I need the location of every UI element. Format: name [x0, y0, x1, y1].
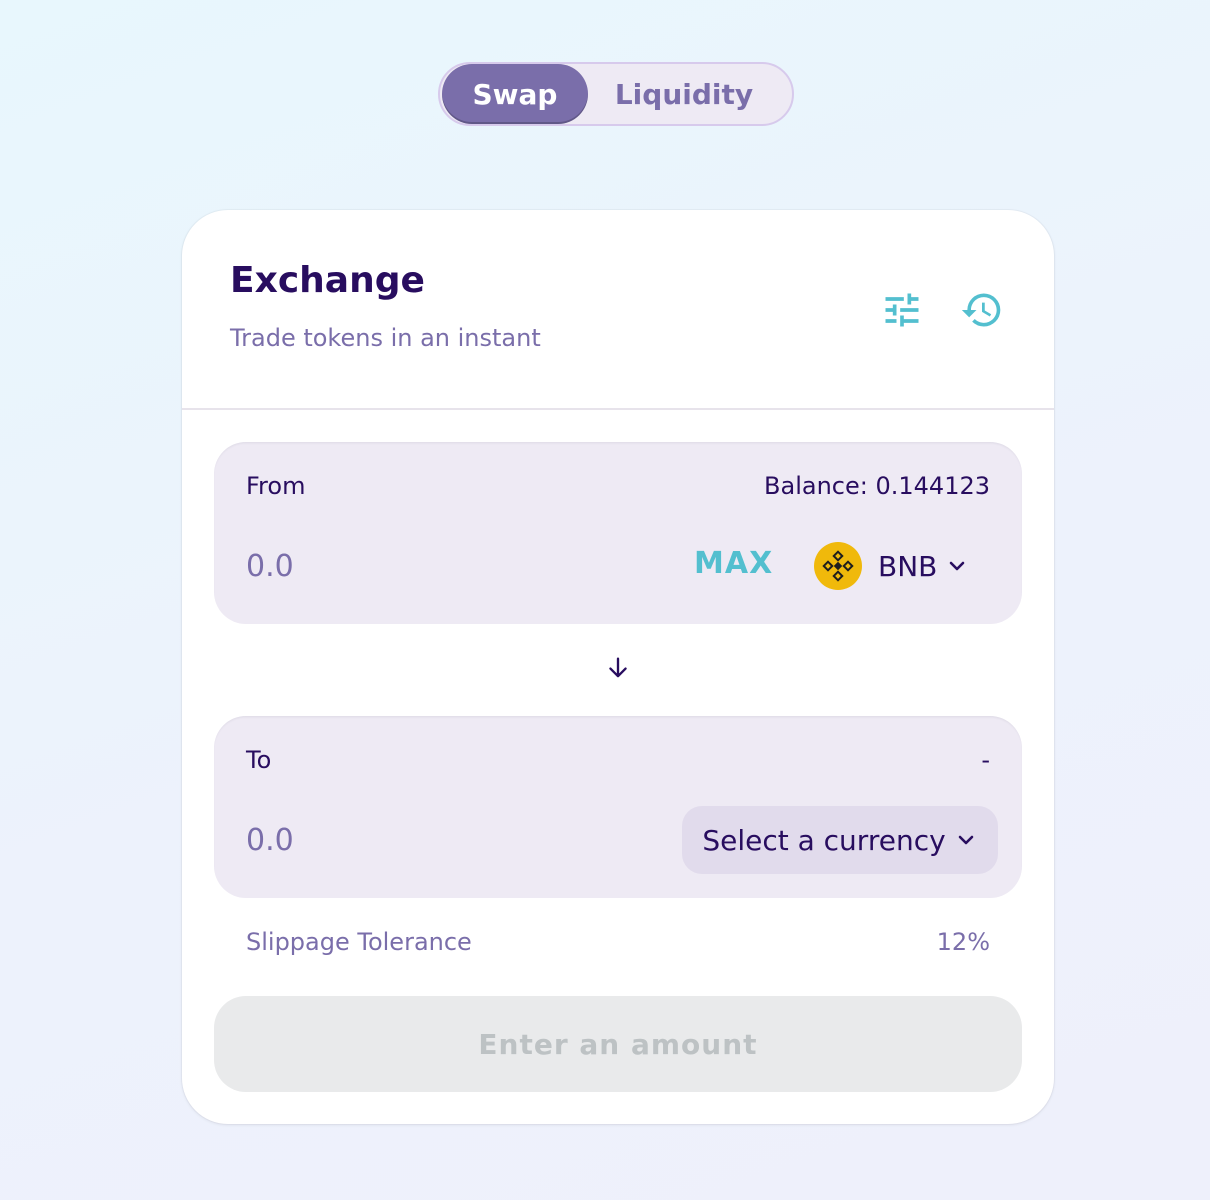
- from-token-symbol: BNB: [878, 549, 938, 583]
- tab-liquidity[interactable]: Liquidity: [588, 64, 790, 124]
- select-currency-label: Select a currency: [702, 823, 946, 857]
- to-panel: To - Select a currency: [214, 716, 1022, 898]
- bnb-logo-icon: [814, 542, 862, 590]
- settings-sliders-icon[interactable]: [880, 288, 924, 332]
- arrow-down-icon[interactable]: [604, 654, 632, 682]
- chevron-down-icon: [958, 835, 973, 845]
- slippage-value: 12%: [936, 928, 990, 956]
- exchange-card: Exchange Trade tokens in an instant From…: [182, 210, 1054, 1124]
- page-title: Exchange: [230, 260, 425, 301]
- from-balance: Balance: 0.144123: [764, 472, 990, 500]
- chevron-down-icon: [950, 561, 965, 571]
- from-amount-input[interactable]: [246, 544, 626, 588]
- swap-liquidity-toggle: Swap Liquidity: [438, 62, 794, 126]
- max-button[interactable]: MAX: [694, 546, 773, 581]
- from-label: From: [246, 472, 306, 500]
- tab-swap[interactable]: Swap: [442, 64, 588, 124]
- to-amount-input[interactable]: [246, 818, 626, 862]
- page-subtitle: Trade tokens in an instant: [230, 324, 541, 352]
- card-header: Exchange Trade tokens in an instant: [182, 210, 1054, 410]
- from-token-select[interactable]: BNB: [814, 540, 969, 592]
- to-label: To: [246, 746, 272, 774]
- from-panel: From Balance: 0.144123 MAX: [214, 442, 1022, 624]
- to-balance: -: [981, 746, 990, 774]
- slippage-label: Slippage Tolerance: [246, 928, 472, 956]
- history-icon[interactable]: [960, 288, 1004, 332]
- select-currency-button[interactable]: Select a currency: [682, 806, 998, 874]
- enter-amount-button[interactable]: Enter an amount: [214, 996, 1022, 1092]
